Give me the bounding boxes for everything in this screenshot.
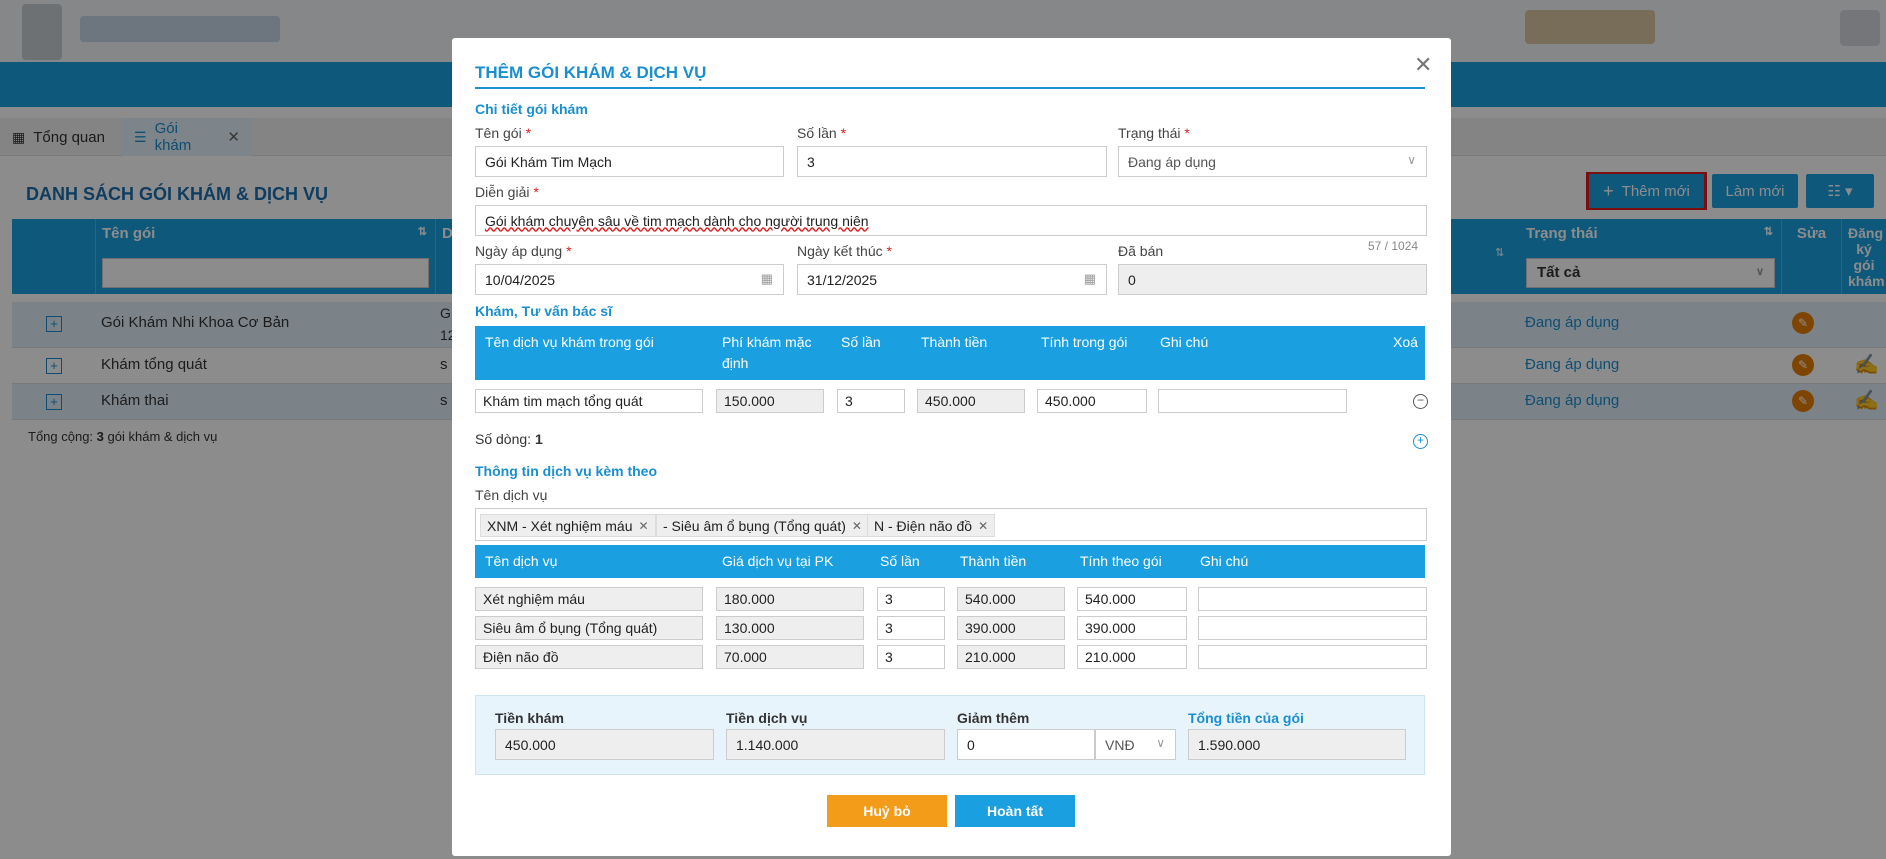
status-label: Trạng thái * xyxy=(1118,125,1190,141)
chevron-down-icon: ∨ xyxy=(1407,153,1416,167)
service-price-value: 70.000 xyxy=(716,645,864,669)
remove-chip-icon[interactable]: ✕ xyxy=(978,519,988,533)
service-note-input[interactable] xyxy=(1198,587,1427,611)
sold-label: Đã bán xyxy=(1118,243,1164,259)
service-multiselect[interactable]: XNM - Xét nghiệm máu ✕ - Siêu âm ổ bụng … xyxy=(475,508,1427,541)
add-package-modal: THÊM GÓI KHÁM & DỊCH VỤ ✕ Chi tiết gói k… xyxy=(452,38,1451,856)
row-count: Số dòng: 1 xyxy=(475,431,543,447)
exam-in-package-input[interactable]: 450.000 xyxy=(1037,389,1147,413)
chip-label: N - Điện não đồ xyxy=(874,517,973,534)
exam-total-value: 450.000 xyxy=(495,729,714,760)
exam-service-name-input[interactable]: Khám tim mạch tổng quát xyxy=(475,389,703,413)
service-times-input[interactable]: 3 xyxy=(877,616,945,640)
start-date-label: Ngày áp dụng * xyxy=(475,243,572,259)
section-exam-title: Khám, Tư vấn bác sĩ xyxy=(475,303,612,319)
service-table-header: Tên dịch vụ Giá dịch vụ tại PK Số lần Th… xyxy=(475,545,1425,578)
discount-label: Giảm thêm xyxy=(957,710,1030,726)
close-icon[interactable]: ✕ xyxy=(1414,52,1432,78)
service-col-price: Giá dịch vụ tại PK xyxy=(722,553,834,569)
service-by-package-input[interactable]: 540.000 xyxy=(1077,587,1187,611)
exam-total-label: Tiền khám xyxy=(495,710,564,726)
exam-col-in-package: Tính trong gói xyxy=(1041,334,1128,350)
section-detail-title: Chi tiết gói khám xyxy=(475,101,588,117)
service-amount-value: 390.000 xyxy=(957,616,1065,640)
service-price-value: 130.000 xyxy=(716,616,864,640)
row-count-value: 1 xyxy=(534,431,543,447)
chip-label: XNM - Xét nghiệm máu xyxy=(487,517,633,534)
description-input[interactable]: Gói khám chuyên sâu về tim mạch dành cho… xyxy=(475,205,1427,236)
add-row-icon[interactable]: + xyxy=(1413,434,1428,449)
exam-col-fee: Phí khám mặc định xyxy=(722,334,812,371)
service-chip: - Siêu âm ổ bụng (Tổng quát) ✕ xyxy=(656,514,869,537)
exam-col-delete: Xoá xyxy=(1393,334,1418,350)
service-col-times: Số lần xyxy=(880,553,920,569)
service-col-name: Tên dịch vụ xyxy=(485,553,558,569)
end-date-label: Ngày kết thúc * xyxy=(797,243,892,259)
service-total-label: Tiền dịch vụ xyxy=(726,710,808,726)
service-name-value: Xét nghiệm máu xyxy=(475,587,703,611)
sold-input: 0 xyxy=(1118,264,1427,295)
section-services-title: Thông tin dịch vụ kèm theo xyxy=(475,463,657,479)
exam-col-name: Tên dịch vụ khám trong gói xyxy=(485,334,654,350)
service-note-input[interactable] xyxy=(1198,616,1427,640)
times-label: Số lần * xyxy=(797,125,847,141)
exam-fee-value: 150.000 xyxy=(716,389,824,413)
times-input[interactable]: 3 xyxy=(797,146,1107,177)
complete-button[interactable]: Hoàn tất xyxy=(955,795,1075,827)
exam-table-header: Tên dịch vụ khám trong gói Phí khám mặc … xyxy=(475,326,1425,380)
name-label: Tên gói * xyxy=(475,125,532,141)
service-name-value: Siêu âm ổ bụng (Tổng quát) xyxy=(475,616,703,640)
package-total-value: 1.590.000 xyxy=(1188,729,1406,760)
calendar-icon[interactable]: ▦ xyxy=(1084,271,1096,287)
title-divider xyxy=(475,87,1425,89)
start-date-value: 10/04/2025 xyxy=(485,271,556,288)
service-times-input[interactable]: 3 xyxy=(877,587,945,611)
exam-times-input[interactable]: 3 xyxy=(837,389,905,413)
row-count-label: Số dòng: xyxy=(475,431,532,447)
exam-note-input[interactable] xyxy=(1158,389,1347,413)
desc-label: Diễn giải * xyxy=(475,184,539,200)
service-times-input[interactable]: 3 xyxy=(877,645,945,669)
service-total-value: 1.140.000 xyxy=(726,729,945,760)
discount-input[interactable]: 0 xyxy=(957,729,1095,760)
cancel-button[interactable]: Huỷ bỏ xyxy=(827,795,947,827)
service-price-value: 180.000 xyxy=(716,587,864,611)
service-amount-value: 210.000 xyxy=(957,645,1065,669)
remove-chip-icon[interactable]: ✕ xyxy=(852,519,862,533)
service-chip: N - Điện não đồ ✕ xyxy=(867,514,996,537)
start-date-input[interactable]: 10/04/2025 ▦ xyxy=(475,264,784,295)
exam-col-amount: Thành tiền xyxy=(921,334,988,350)
package-name-input[interactable]: Gói Khám Tim Mạch xyxy=(475,146,784,177)
service-by-package-input[interactable]: 390.000 xyxy=(1077,616,1187,640)
service-col-amount: Thành tiền xyxy=(960,553,1027,569)
service-col-note: Ghi chú xyxy=(1200,553,1249,569)
service-amount-value: 540.000 xyxy=(957,587,1065,611)
description-counter: 57 / 1024 xyxy=(1368,239,1419,253)
service-chip: XNM - Xét nghiệm máu ✕ xyxy=(480,514,656,537)
chip-label: - Siêu âm ổ bụng (Tổng quát) xyxy=(663,517,846,534)
status-select[interactable]: Đang áp dụng ∨ xyxy=(1118,146,1427,177)
exam-amount-value: 450.000 xyxy=(917,389,1025,413)
remove-row-icon[interactable]: − xyxy=(1413,394,1428,409)
currency-value: VNĐ xyxy=(1105,736,1135,753)
service-name-value: Điện não đồ xyxy=(475,645,703,669)
service-note-input[interactable] xyxy=(1198,645,1427,669)
package-total-label: Tổng tiền của gói xyxy=(1188,710,1304,726)
service-by-package-input[interactable]: 210.000 xyxy=(1077,645,1187,669)
currency-select[interactable]: VNĐ ∨ xyxy=(1095,729,1176,760)
remove-chip-icon[interactable]: ✕ xyxy=(639,519,649,533)
exam-col-times: Số lần xyxy=(841,334,881,350)
service-label: Tên dịch vụ xyxy=(475,487,548,503)
chevron-down-icon: ∨ xyxy=(1156,736,1165,750)
modal-title: THÊM GÓI KHÁM & DỊCH VỤ xyxy=(475,63,707,82)
end-date-value: 31/12/2025 xyxy=(807,271,878,288)
calendar-icon[interactable]: ▦ xyxy=(761,271,773,287)
status-select-value: Đang áp dụng xyxy=(1128,153,1216,170)
exam-col-note: Ghi chú xyxy=(1160,334,1209,350)
service-col-by-package: Tính theo gói xyxy=(1080,553,1162,569)
end-date-input[interactable]: 31/12/2025 ▦ xyxy=(797,264,1107,295)
summary-box: Tiền khám 450.000 Tiền dịch vụ 1.140.000… xyxy=(475,695,1425,775)
